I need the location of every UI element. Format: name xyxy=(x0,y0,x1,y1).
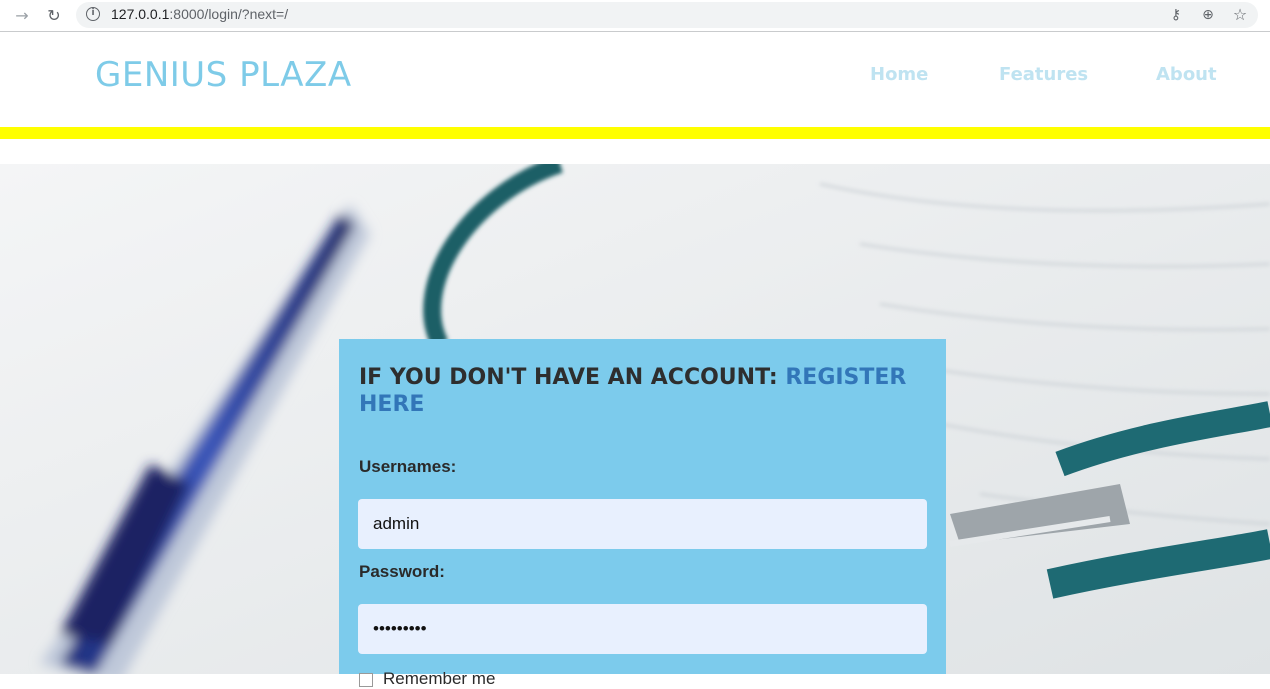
brand-logo[interactable]: GENIUS PLAZA xyxy=(95,55,352,95)
address-bar[interactable]: i 127.0.0.1:8000/login/?next=/ ⚷ ⊕ ☆ xyxy=(76,2,1258,28)
remember-checkbox[interactable] xyxy=(359,672,373,687)
remember-me[interactable]: Remember me xyxy=(359,669,495,689)
info-icon[interactable]: i xyxy=(86,7,100,21)
star-icon[interactable]: ☆ xyxy=(1230,5,1250,25)
username-label: Usernames: xyxy=(359,457,457,476)
register-heading: IF YOU DON'T HAVE AN ACCOUNT: REGISTER H… xyxy=(359,364,919,418)
nav-features[interactable]: Features xyxy=(999,64,1088,85)
register-prompt: IF YOU DON'T HAVE AN ACCOUNT: xyxy=(359,365,786,390)
reload-icon[interactable]: ↻ xyxy=(42,4,66,28)
zoom-icon[interactable]: ⊕ xyxy=(1198,5,1218,25)
url-text[interactable]: 127.0.0.1:8000/login/?next=/ xyxy=(111,6,288,22)
browser-toolbar: → ↻ i 127.0.0.1:8000/login/?next=/ ⚷ ⊕ ☆ xyxy=(0,0,1270,32)
arrow-forward-icon[interactable]: → xyxy=(10,4,34,28)
nav-about[interactable]: About xyxy=(1156,64,1217,85)
accent-bar xyxy=(0,127,1270,139)
login-panel: IF YOU DON'T HAVE AN ACCOUNT: REGISTER H… xyxy=(339,339,946,688)
site-header: GENIUS PLAZA Home Features About xyxy=(0,33,1270,127)
password-label: Password: xyxy=(359,562,445,581)
url-host: 127.0.0.1 xyxy=(111,6,170,22)
username-input[interactable] xyxy=(358,499,927,549)
nav-home[interactable]: Home xyxy=(870,64,928,85)
password-input[interactable] xyxy=(358,604,927,654)
remember-label: Remember me xyxy=(383,669,496,688)
key-icon[interactable]: ⚷ xyxy=(1166,5,1186,25)
url-path: :8000/login/?next=/ xyxy=(169,6,289,22)
